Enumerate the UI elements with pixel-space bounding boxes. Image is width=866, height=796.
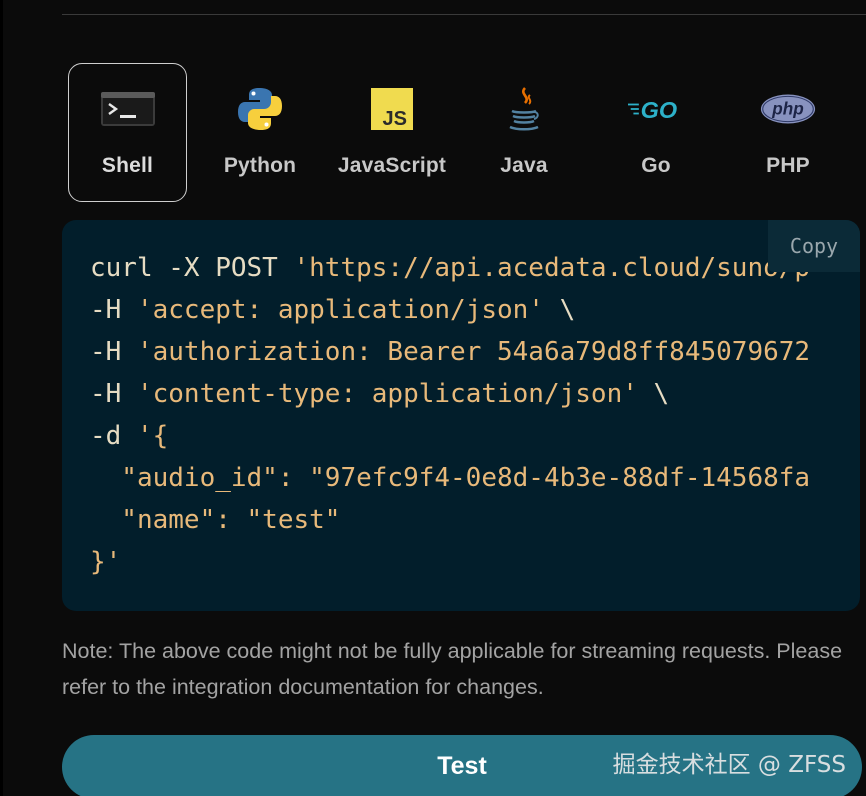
js-logo-text: JS: [383, 108, 407, 130]
code-string-token: "audio_id": "97efc9f4-0e8d-4b3e-88df-145…: [90, 463, 811, 493]
code-line: "name": "test": [90, 499, 810, 541]
go-logo-icon: GO: [628, 86, 684, 132]
code-string-token: 'accept: application/json': [136, 295, 544, 325]
code-token: \: [543, 295, 576, 325]
code-line: -H 'accept: application/json' \: [90, 289, 810, 331]
tab-go[interactable]: GO Go: [590, 63, 722, 202]
tab-label-java: Java: [500, 154, 548, 177]
tab-java[interactable]: Java: [458, 63, 590, 202]
code-string-token: '{: [136, 421, 169, 451]
php-logo-icon: php: [760, 86, 816, 132]
php-logo-text: php: [771, 98, 803, 118]
python-logo-icon: [232, 86, 288, 132]
tab-label-javascript: JavaScript: [337, 154, 447, 177]
code-line: }': [90, 541, 810, 583]
language-tabs: Shell Python JS JavaScript Java GO Go ph…: [62, 63, 854, 204]
code-line: curl -X POST 'https://api.acedata.cloud/…: [90, 247, 810, 289]
java-logo-icon: [496, 86, 552, 132]
tab-label-python: Python: [223, 154, 297, 177]
tab-label-shell: Shell: [101, 154, 154, 177]
code-string-token: "name": "test": [90, 505, 341, 535]
code-line: "audio_id": "97efc9f4-0e8d-4b3e-88df-145…: [90, 457, 810, 499]
tab-php[interactable]: php PHP: [722, 63, 854, 202]
tab-label-go: Go: [641, 154, 671, 177]
tab-javascript[interactable]: JS JavaScript: [326, 63, 458, 202]
code-string-token: 'authorization: Bearer 54a6a79d8ff845079…: [136, 337, 811, 367]
code-token: -H: [90, 295, 137, 325]
code-token: -H: [90, 379, 137, 409]
code-string-token: }': [90, 547, 122, 577]
code-line: -H 'content-type: application/json' \: [90, 373, 810, 415]
copy-button[interactable]: Copy: [768, 220, 860, 272]
test-button[interactable]: Test: [62, 735, 862, 796]
code-token: \: [637, 379, 670, 409]
tab-python[interactable]: Python: [194, 63, 326, 202]
code-string-token: 'content-type: application/json': [136, 379, 638, 409]
window-edge: [0, 0, 3, 796]
code-line: -d '{: [90, 415, 810, 457]
terminal-icon: [100, 86, 156, 132]
go-logo-text: GO: [641, 97, 678, 123]
tab-label-php: PHP: [766, 154, 810, 177]
tab-shell[interactable]: Shell: [68, 63, 187, 202]
streaming-note: Note: The above code might not be fully …: [62, 639, 843, 699]
code-block: curl -X POST 'https://api.acedata.cloud/…: [62, 220, 860, 611]
code-string-token: 'https://api.acedata.cloud/suno/p: [293, 253, 811, 283]
code-token: -d: [90, 421, 137, 451]
code-token: curl -X POST: [90, 253, 294, 283]
code-token: -H: [90, 337, 137, 367]
code-content: curl -X POST 'https://api.acedata.cloud/…: [90, 247, 810, 583]
javascript-logo-icon: JS: [364, 86, 420, 132]
top-divider: [62, 14, 866, 15]
code-line: -H 'authorization: Bearer 54a6a79d8ff845…: [90, 331, 810, 373]
